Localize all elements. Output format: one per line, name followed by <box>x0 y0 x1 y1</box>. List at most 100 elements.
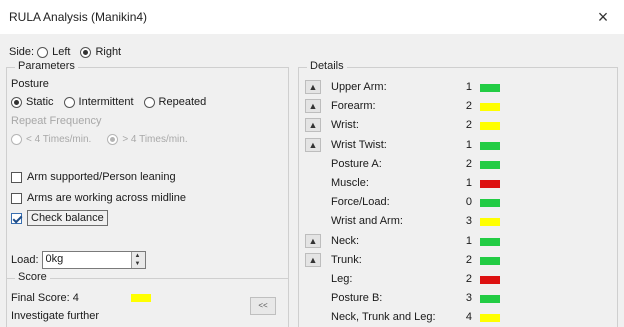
detail-row: ▲ Neck: 1 <box>305 232 615 252</box>
check-balance-label: Check balance <box>27 210 108 226</box>
repeat-frequency-options: < 4 Times/min. > 4 Times/min. <box>11 134 198 145</box>
detail-label: Trunk: <box>331 253 362 266</box>
detail-label: Wrist Twist: <box>331 138 387 151</box>
parameters-group: Parameters Posture Static Intermittent R… <box>6 60 289 300</box>
midline-label: Arms are working across midline <box>27 192 186 204</box>
repeat-more-radio[interactable] <box>107 134 119 145</box>
detail-value: 3 <box>465 292 472 305</box>
detail-color-bar <box>480 256 500 265</box>
repeat-less-option[interactable]: < 4 Times/min. <box>11 134 91 145</box>
load-value: 0kg <box>45 253 64 265</box>
side-right-radio[interactable] <box>80 46 92 58</box>
detail-color-bar <box>480 180 500 188</box>
detail-label: Forearm: <box>331 100 376 113</box>
detail-row: ▲ Upper Arm: 1 <box>305 78 615 98</box>
spin-up-icon[interactable]: ▲ <box>135 253 141 259</box>
detail-color-bar <box>480 141 500 150</box>
detail-value: 2 <box>465 253 472 266</box>
load-input[interactable]: 0kg ▲ ▼ <box>41 251 146 269</box>
detail-color-bar <box>480 160 500 169</box>
detail-row: Muscle: 1 <box>305 174 615 194</box>
detail-row: ▲ Wrist: 2 <box>305 116 615 136</box>
up-arrow-icon[interactable]: ▲ <box>305 99 321 114</box>
detail-value: 1 <box>465 81 472 93</box>
repeat-less-label: < 4 Times/min. <box>26 134 92 145</box>
detail-color-bar <box>480 199 500 208</box>
side-right-label: Right <box>95 46 122 58</box>
detail-label: Leg: <box>331 273 353 285</box>
posture-static-option[interactable]: Static <box>11 96 54 108</box>
detail-row: ▲ Forearm: 2 <box>305 97 615 117</box>
detail-row: ▲ Wrist Twist: 1 <box>305 136 615 156</box>
detail-color-bar <box>480 276 500 284</box>
posture-label: Posture <box>11 78 49 90</box>
load-spinner[interactable]: ▲ ▼ <box>130 252 145 268</box>
posture-intermittent-label: Intermittent <box>78 96 134 108</box>
midline-checkbox-row[interactable]: Arms are working across midline <box>11 192 186 204</box>
detail-value: 2 <box>465 157 472 170</box>
detail-label: Posture B: <box>331 292 383 305</box>
detail-value: 1 <box>465 177 472 189</box>
details-group-label: Details <box>307 60 347 72</box>
detail-value: 2 <box>465 119 472 132</box>
detail-label: Neck: <box>331 234 360 247</box>
detail-value: 1 <box>465 234 472 247</box>
up-arrow-icon[interactable]: ▲ <box>305 252 321 267</box>
posture-repeated-radio[interactable] <box>143 96 155 108</box>
score-group-label: Score <box>15 271 50 283</box>
detail-label: Posture A: <box>331 157 382 170</box>
arm-supported-checkbox-row[interactable]: Arm supported/Person leaning <box>11 171 176 183</box>
detail-row: ▲ Trunk: 2 <box>305 251 615 271</box>
posture-repeated-label: Repeated <box>158 96 207 108</box>
detail-color-bar <box>480 103 500 112</box>
detail-color-bar <box>480 295 500 304</box>
side-label: Side: <box>9 46 35 58</box>
side-left-label: Left <box>52 46 71 58</box>
load-row: Load: 0kg ▲ ▼ <box>11 251 146 269</box>
parameters-group-label: Parameters <box>15 60 78 72</box>
final-score-row: Final Score: 4 <box>11 292 151 304</box>
up-arrow-icon[interactable]: ▲ <box>305 137 321 152</box>
detail-value: 2 <box>465 273 472 285</box>
close-icon[interactable]: × <box>590 4 616 30</box>
detail-value: 1 <box>465 138 472 151</box>
arm-supported-checkbox[interactable] <box>11 171 22 183</box>
repeat-more-option[interactable]: > 4 Times/min. <box>107 134 188 145</box>
load-label: Load: <box>11 254 39 266</box>
posture-static-label: Static <box>26 96 54 108</box>
detail-color-bar <box>480 122 500 131</box>
final-score-label: Final Score: 4 <box>11 292 79 304</box>
detail-row: Wrist and Arm: 3 <box>305 212 615 232</box>
detail-row: Leg: 2 <box>305 270 615 290</box>
side-left-radio[interactable] <box>37 46 49 58</box>
check-balance-checkbox-row[interactable]: Check balance <box>11 210 108 226</box>
detail-label: Wrist and Arm: <box>331 215 403 228</box>
spin-down-icon[interactable]: ▼ <box>135 261 141 267</box>
title-bar: RULA Analysis (Manikin4) × <box>0 0 624 34</box>
side-right-option[interactable]: Right <box>80 46 121 58</box>
check-balance-checkbox[interactable] <box>11 212 22 224</box>
detail-label: Muscle: <box>331 177 369 189</box>
midline-checkbox[interactable] <box>11 192 22 204</box>
repeat-less-radio[interactable] <box>11 134 22 145</box>
dialog-client: Side: Left Right Parameters Posture Stat… <box>0 34 624 327</box>
detail-color-bar <box>480 84 500 92</box>
posture-repeated-option[interactable]: Repeated <box>143 96 207 108</box>
side-left-option[interactable]: Left <box>37 46 70 58</box>
side-selector: Side: Left Right <box>9 44 131 60</box>
detail-value: 0 <box>465 196 472 209</box>
detail-label: Upper Arm: <box>331 81 387 93</box>
up-arrow-icon[interactable]: ▲ <box>305 80 321 94</box>
posture-intermittent-option[interactable]: Intermittent <box>63 96 134 108</box>
collapse-details-button[interactable]: << <box>250 297 276 315</box>
detail-row: Posture B: 3 <box>305 289 615 309</box>
detail-value: 3 <box>465 215 472 228</box>
detail-label: Neck, Trunk and Leg: <box>331 311 436 324</box>
up-arrow-icon[interactable]: ▲ <box>305 233 321 248</box>
posture-static-radio[interactable] <box>11 96 22 108</box>
score-status: Investigate further <box>11 310 100 322</box>
up-arrow-icon[interactable]: ▲ <box>305 118 321 133</box>
detail-value: 2 <box>465 100 472 113</box>
repeat-frequency-label: Repeat Frequency <box>11 115 102 127</box>
posture-intermittent-radio[interactable] <box>63 96 75 108</box>
